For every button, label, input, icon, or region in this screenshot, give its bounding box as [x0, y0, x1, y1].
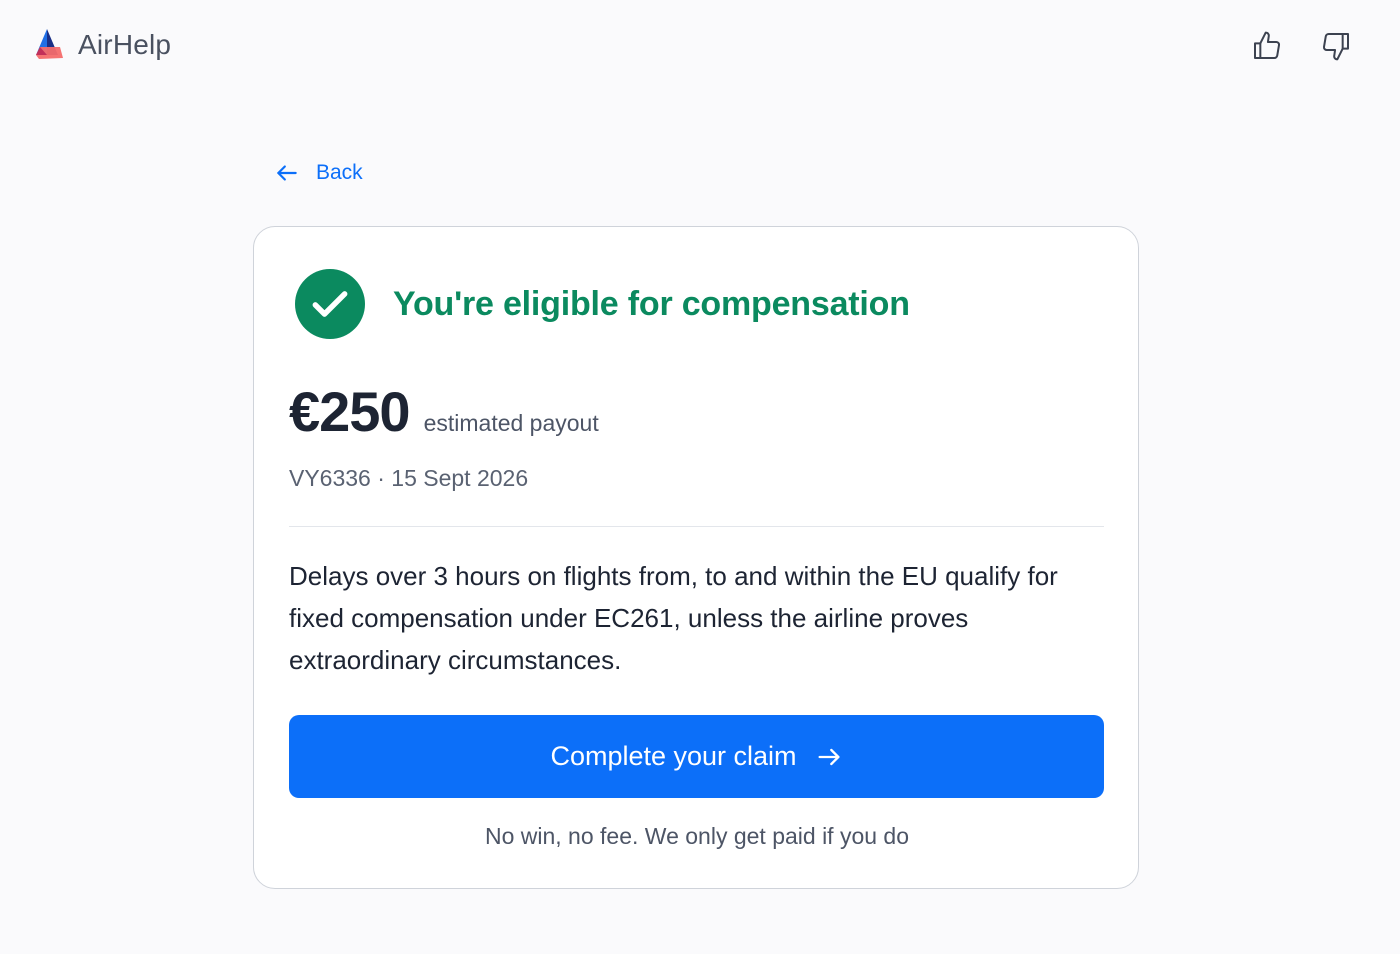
- complete-claim-label: Complete your claim: [550, 741, 797, 771]
- eligibility-card: You're eligible for compensation €250 es…: [253, 226, 1139, 889]
- check-circle-icon: [295, 269, 365, 339]
- divider: [289, 526, 1104, 527]
- eligibility-title: You're eligible for compensation: [393, 284, 910, 323]
- no-win-no-fee-note: No win, no fee. We only get paid if you …: [484, 823, 910, 849]
- arrow-right-icon: [818, 748, 840, 765]
- back-label: Back: [316, 161, 363, 184]
- eligibility-explanation: Delays over 3 hours on flights from, to …: [289, 561, 1058, 675]
- thumbs-up-button[interactable]: [1247, 26, 1287, 66]
- complete-claim-button[interactable]: Complete your claim: [289, 715, 1104, 798]
- top-bar: AirHelp: [0, 0, 1400, 92]
- payout-amount: €250: [289, 380, 411, 443]
- thumbs-down-icon: [1323, 33, 1349, 61]
- payout: €250 estimated payout: [289, 379, 599, 444]
- airhelp-logo-icon: [36, 29, 63, 59]
- thumbs-up-icon: [1254, 31, 1280, 59]
- back-link[interactable]: Back: [274, 160, 363, 186]
- brand-name: AirHelp: [78, 29, 172, 60]
- eligibility-status: You're eligible for compensation: [295, 269, 910, 339]
- brand[interactable]: AirHelp: [34, 28, 171, 62]
- payout-label: estimated payout: [423, 410, 599, 436]
- flight-details: VY6336 · 15 Sept 2026: [289, 465, 529, 491]
- arrow-left-icon: [277, 165, 297, 181]
- thumbs-down-button[interactable]: [1316, 26, 1356, 66]
